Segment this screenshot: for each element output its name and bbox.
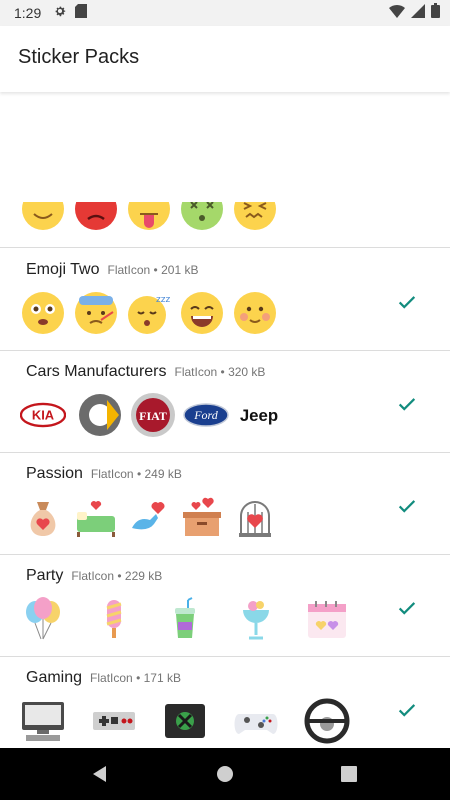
calendar-hearts-sticker (304, 596, 350, 642)
fiat-logo-sticker: FIAT (130, 392, 176, 438)
home-icon[interactable] (213, 762, 237, 786)
pack-stickers: zzz (20, 287, 285, 339)
pack-meta: FlatIcon • 320 kB (175, 365, 266, 379)
pack-name: Emoji Two (26, 261, 100, 278)
status-bar: 1:29 (0, 0, 450, 26)
meta-separator: • (117, 569, 122, 583)
meta-separator: • (136, 671, 141, 685)
bird-heart-sticker (126, 494, 172, 540)
navigation-bar (0, 748, 450, 800)
pack-header: Gaming FlatIcon • 171 kB (26, 669, 181, 687)
surprised-face-sticker (20, 290, 66, 336)
pack-stickers (20, 695, 357, 747)
pack-name: Gaming (26, 669, 83, 686)
ford-logo-sticker: Ford (183, 392, 229, 438)
pack-header: Party FlatIcon • 229 kB (26, 567, 162, 585)
back-icon[interactable] (88, 762, 112, 786)
check-icon[interactable] (396, 393, 418, 415)
nes-controller-sticker (91, 698, 137, 744)
popsicle-sticker (91, 596, 137, 642)
smart-logo-sticker (77, 392, 123, 438)
heart-sack-sticker (20, 494, 66, 540)
sick-face-sticker (73, 290, 119, 336)
pack-name: Passion (26, 465, 83, 482)
check-icon[interactable] (396, 597, 418, 619)
grinning-face-sticker (179, 290, 225, 336)
kia-logo-text: KIA (32, 408, 54, 423)
xbox-controller-sticker (233, 698, 279, 744)
status-time: 1:29 (14, 5, 42, 21)
pack-name: Party (26, 567, 64, 584)
pack-meta: FlatIcon • 249 kB (91, 467, 182, 481)
wifi-icon (389, 4, 405, 23)
pack-size: 171 kB (143, 671, 181, 685)
computer-sticker (20, 698, 66, 744)
tongue-face-sticker (126, 202, 172, 232)
pack-publisher: FlatIcon (107, 263, 151, 277)
fiat-logo-text: FIAT (139, 409, 167, 423)
meta-separator: • (220, 365, 225, 379)
page-title: Sticker Packs (18, 46, 140, 68)
pack-row-passion[interactable]: Passion FlatIcon • 249 kB (0, 453, 450, 555)
heart-box-sticker (179, 494, 225, 540)
check-icon[interactable] (396, 699, 418, 721)
sleeping-face-sticker: zzz (126, 290, 172, 336)
check-icon[interactable] (396, 291, 418, 313)
drink-cup-sticker (162, 596, 208, 642)
pack-publisher: FlatIcon (174, 365, 218, 379)
jeep-logo-sticker: Jeep (236, 392, 288, 438)
jeep-logo-text: Jeep (240, 406, 278, 425)
svg-text:zzz: zzz (156, 295, 170, 305)
status-notification-icons (53, 3, 88, 23)
partial-pack-stickers (20, 202, 285, 232)
pack-row-gaming[interactable]: Gaming FlatIcon • 171 kB (0, 657, 450, 748)
pack-meta: FlatIcon • 229 kB (71, 569, 162, 583)
pack-header: Passion FlatIcon • 249 kB (26, 465, 182, 483)
signal-icon (411, 3, 425, 23)
pack-stickers (20, 593, 357, 645)
pack-row-cars-manufacturers[interactable]: Cars Manufacturers FlatIcon • 320 kB KIA… (0, 351, 450, 453)
pack-meta: FlatIcon • 201 kB (108, 263, 199, 277)
pack-name: Cars Manufacturers (26, 363, 167, 380)
xbox-console-sticker (162, 698, 208, 744)
meta-separator: • (153, 263, 158, 277)
balloons-sticker (20, 596, 66, 642)
pack-size: 320 kB (228, 365, 266, 379)
heart-cage-sticker (232, 494, 278, 540)
pack-header: Emoji Two FlatIcon • 201 kB (26, 261, 198, 279)
pack-publisher: FlatIcon (90, 671, 133, 685)
sticker-pack-list[interactable]: Emoji Two FlatIcon • 201 kB zzz Cars Man… (0, 92, 450, 748)
battery-icon (431, 3, 440, 23)
heart-bed-sticker (73, 494, 119, 540)
kia-logo-sticker: KIA (20, 392, 70, 438)
status-system-icons (389, 3, 440, 23)
dizzy-face-sticker (179, 202, 225, 232)
pack-stickers: KIA FIAT Ford Jeep (20, 389, 295, 441)
pack-stickers (20, 491, 285, 543)
pack-publisher: FlatIcon (90, 467, 134, 481)
pack-header: Cars Manufacturers FlatIcon • 320 kB (26, 363, 265, 381)
recents-icon[interactable] (337, 762, 361, 786)
sd-card-icon (75, 3, 88, 23)
pack-row-emoji-two[interactable]: Emoji Two FlatIcon • 201 kB zzz (0, 249, 450, 351)
check-icon[interactable] (396, 495, 418, 517)
confounded-face-sticker (232, 202, 278, 232)
pack-meta: FlatIcon • 171 kB (90, 671, 181, 685)
pack-size: 249 kB (144, 467, 182, 481)
cocktail-glass-sticker (233, 596, 279, 642)
angry-face-sticker (73, 202, 119, 232)
pack-row-party[interactable]: Party FlatIcon • 229 kB (0, 555, 450, 657)
blushing-face-sticker (232, 290, 278, 336)
partial-pack-row[interactable] (0, 202, 450, 248)
app-bar: Sticker Packs (0, 26, 450, 92)
gear-icon (53, 4, 67, 23)
pack-size: 201 kB (161, 263, 199, 277)
pack-publisher: FlatIcon (71, 569, 115, 583)
steering-wheel-sticker (304, 698, 350, 744)
smiling-face-sticker (20, 202, 66, 232)
meta-separator: • (136, 467, 142, 481)
pack-size: 229 kB (124, 569, 163, 583)
ford-logo-text: Ford (193, 408, 219, 422)
